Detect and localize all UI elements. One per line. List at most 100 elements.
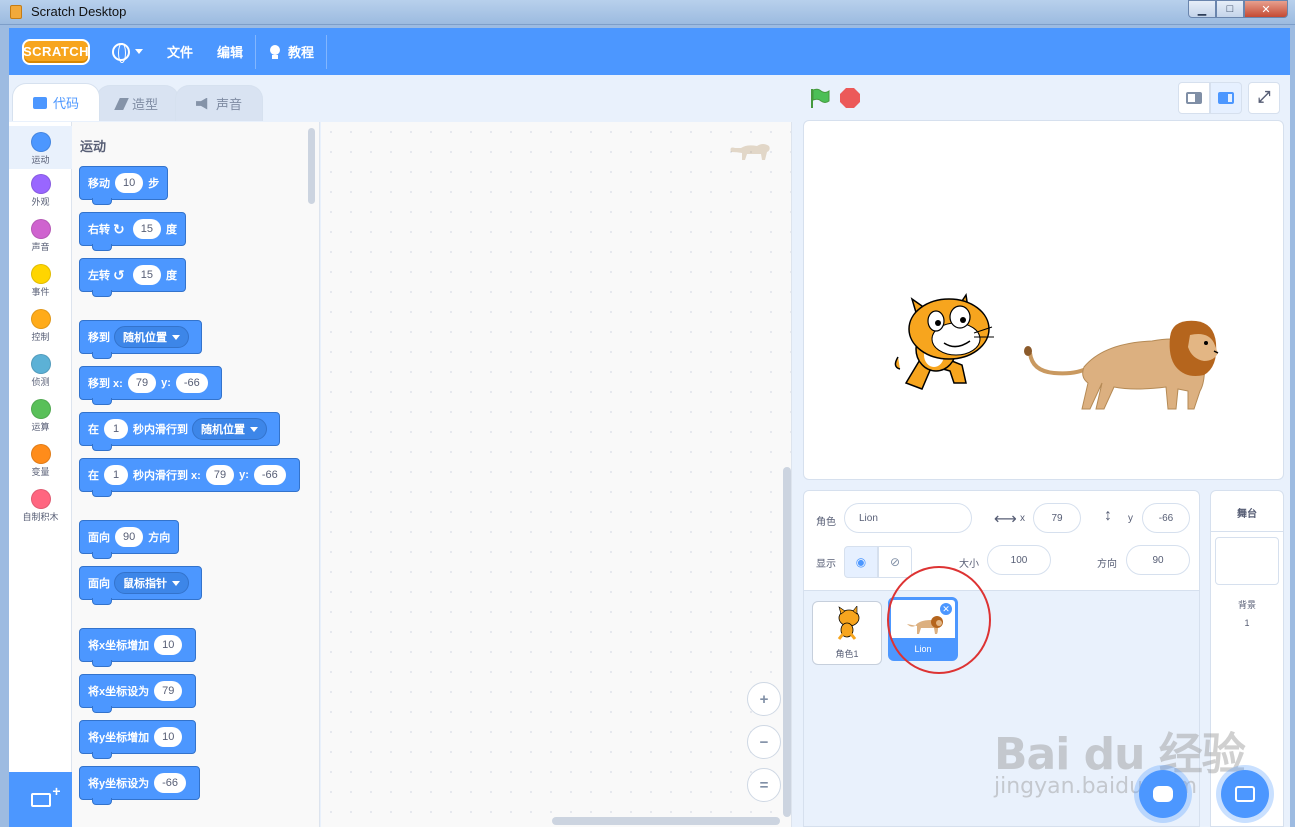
language-menu[interactable] bbox=[100, 28, 155, 75]
category-label: 变量 bbox=[31, 467, 50, 477]
block-input[interactable]: -66 bbox=[175, 373, 208, 393]
category-events[interactable]: 事件 bbox=[9, 264, 72, 298]
block-set-y[interactable]: 将y坐标设为 -66 bbox=[79, 766, 201, 805]
tab-code[interactable]: 代码 bbox=[12, 83, 101, 121]
tutorials-menu[interactable]: 教程 bbox=[256, 28, 326, 75]
lion-sprite[interactable] bbox=[1024, 320, 1219, 410]
block-input[interactable]: -66 bbox=[154, 773, 187, 793]
block-input[interactable]: 79 bbox=[127, 373, 157, 393]
block-goto-xy[interactable]: 移到 x: 79 y: -66 bbox=[79, 366, 222, 405]
backdrop-thumbnail[interactable] bbox=[1215, 537, 1279, 585]
choose-sprite-button[interactable] bbox=[1139, 770, 1187, 818]
block-change-x[interactable]: 将x坐标增加 10 bbox=[79, 628, 197, 667]
palette-scrollbar[interactable] bbox=[308, 128, 315, 204]
category-sensing[interactable]: 侦测 bbox=[9, 354, 72, 388]
block-text: 秒内滑行到 x: bbox=[133, 470, 201, 482]
cat-sprite[interactable] bbox=[894, 292, 994, 390]
app-icon bbox=[10, 5, 22, 19]
size-label: 大小 bbox=[959, 559, 979, 570]
show-button[interactable]: ◉ bbox=[844, 546, 878, 578]
backdrop-label: 背景 bbox=[1237, 600, 1256, 610]
block-point-towards[interactable]: 面向 鼠标指针 bbox=[79, 566, 202, 605]
fullscreen-button[interactable]: ⤢ bbox=[1248, 82, 1280, 114]
category-control[interactable]: 控制 bbox=[9, 309, 72, 343]
category-my-blocks[interactable]: 自制积木 bbox=[9, 489, 72, 523]
direction-label: 方向 bbox=[1097, 559, 1117, 570]
block-dropdown[interactable]: 随机位置 bbox=[114, 326, 189, 348]
script-vertical-scrollbar[interactable] bbox=[783, 467, 791, 817]
block-point-direction[interactable]: 面向 90 方向 bbox=[79, 520, 180, 559]
block-text: 秒内滑行到 bbox=[133, 424, 188, 436]
hide-button[interactable]: ⊘ bbox=[878, 546, 912, 578]
block-input[interactable]: 1 bbox=[104, 465, 128, 485]
close-button[interactable]: ✕ bbox=[1244, 0, 1288, 18]
normal-stage-icon bbox=[1218, 92, 1234, 104]
block-input[interactable]: 79 bbox=[205, 465, 235, 485]
category-label: 控制 bbox=[31, 332, 50, 342]
tab-costumes[interactable]: 造型 bbox=[96, 85, 180, 121]
size-input[interactable]: 100 bbox=[987, 545, 1051, 575]
code-icon bbox=[33, 96, 47, 109]
file-menu[interactable]: 文件 bbox=[155, 28, 205, 75]
category-menu: 运动 外观 声音 事件 控制 侦测 运算 变量 自制积木 + bbox=[9, 122, 72, 827]
block-change-y[interactable]: 将y坐标增加 10 bbox=[79, 720, 197, 759]
sprite-name-input[interactable]: Lion bbox=[844, 503, 972, 533]
zoom-reset-button[interactable]: = bbox=[747, 768, 781, 802]
extension-icon bbox=[30, 783, 61, 807]
script-area[interactable]: + − = bbox=[321, 122, 792, 827]
sprite-tile-cat[interactable]: 角色1 bbox=[812, 601, 882, 665]
divider bbox=[1211, 531, 1283, 532]
category-motion[interactable]: 运动 bbox=[9, 126, 72, 169]
block-input[interactable]: 10 bbox=[115, 173, 144, 193]
visibility-toggle: ◉ ⊘ bbox=[844, 546, 912, 578]
block-glide-to[interactable]: 在 1 秒内滑行到 随机位置 bbox=[79, 412, 280, 451]
choose-backdrop-button[interactable] bbox=[1221, 770, 1269, 818]
block-text: 将y坐标增加 bbox=[88, 732, 150, 744]
eye-slash-icon: ⊘ bbox=[889, 555, 901, 569]
minimize-button[interactable]: ▁ bbox=[1188, 0, 1216, 18]
tab-sounds[interactable]: 声音 bbox=[175, 85, 264, 121]
edit-menu[interactable]: 编辑 bbox=[205, 28, 255, 75]
y-position-input[interactable]: -66 bbox=[1142, 503, 1190, 533]
block-dropdown[interactable]: 鼠标指针 bbox=[114, 572, 189, 594]
block-text: 度 bbox=[165, 224, 177, 236]
block-input[interactable]: 15 bbox=[132, 219, 161, 239]
block-input[interactable]: 79 bbox=[154, 681, 183, 701]
block-turn-right[interactable]: 右转 ↻ 15 度 bbox=[79, 212, 186, 251]
block-input[interactable]: 10 bbox=[154, 727, 183, 747]
small-stage-button[interactable] bbox=[1178, 82, 1210, 114]
zoom-in-button[interactable]: + bbox=[747, 682, 781, 716]
green-flag-icon[interactable] bbox=[809, 87, 831, 109]
block-input[interactable]: 1 bbox=[104, 419, 128, 439]
zoom-out-button[interactable]: − bbox=[747, 725, 781, 759]
rotate-counterclockwise-icon: ↺ bbox=[113, 266, 125, 283]
block-glide-xy[interactable]: 在 1 秒内滑行到 x: 79 y: -66 bbox=[79, 458, 300, 497]
stop-icon[interactable] bbox=[840, 88, 860, 108]
scratch-logo[interactable]: SCRATCH bbox=[22, 38, 90, 65]
add-extension-button[interactable] bbox=[9, 772, 72, 827]
block-set-x[interactable]: 将x坐标设为 79 bbox=[79, 674, 197, 713]
category-variables[interactable]: 变量 bbox=[9, 444, 72, 478]
script-horizontal-scrollbar[interactable] bbox=[552, 817, 780, 825]
block-move-steps[interactable]: 移动 10 步 bbox=[79, 166, 169, 205]
block-input[interactable]: 15 bbox=[132, 265, 161, 285]
stage-label: 舞台 bbox=[1237, 509, 1257, 520]
block-input[interactable]: -66 bbox=[253, 465, 286, 485]
category-label: 运算 bbox=[31, 422, 50, 432]
category-sound[interactable]: 声音 bbox=[9, 219, 72, 253]
block-input[interactable]: 90 bbox=[115, 527, 144, 547]
category-label: 外观 bbox=[31, 197, 50, 207]
category-looks[interactable]: 外观 bbox=[9, 174, 72, 208]
x-position-input[interactable]: 79 bbox=[1033, 503, 1081, 533]
category-label: 侦测 bbox=[31, 377, 50, 387]
category-operators[interactable]: 运算 bbox=[9, 399, 72, 433]
maximize-button[interactable]: □ bbox=[1216, 0, 1244, 18]
block-goto[interactable]: 移到 随机位置 bbox=[79, 320, 202, 359]
block-input[interactable]: 10 bbox=[154, 635, 183, 655]
normal-stage-button[interactable] bbox=[1210, 82, 1242, 114]
block-turn-left[interactable]: 左转 ↺ 15 度 bbox=[79, 258, 186, 297]
stage-canvas[interactable] bbox=[803, 120, 1284, 480]
block-dropdown[interactable]: 随机位置 bbox=[192, 418, 267, 440]
direction-input[interactable]: 90 bbox=[1126, 545, 1190, 575]
category-dot bbox=[30, 264, 51, 284]
